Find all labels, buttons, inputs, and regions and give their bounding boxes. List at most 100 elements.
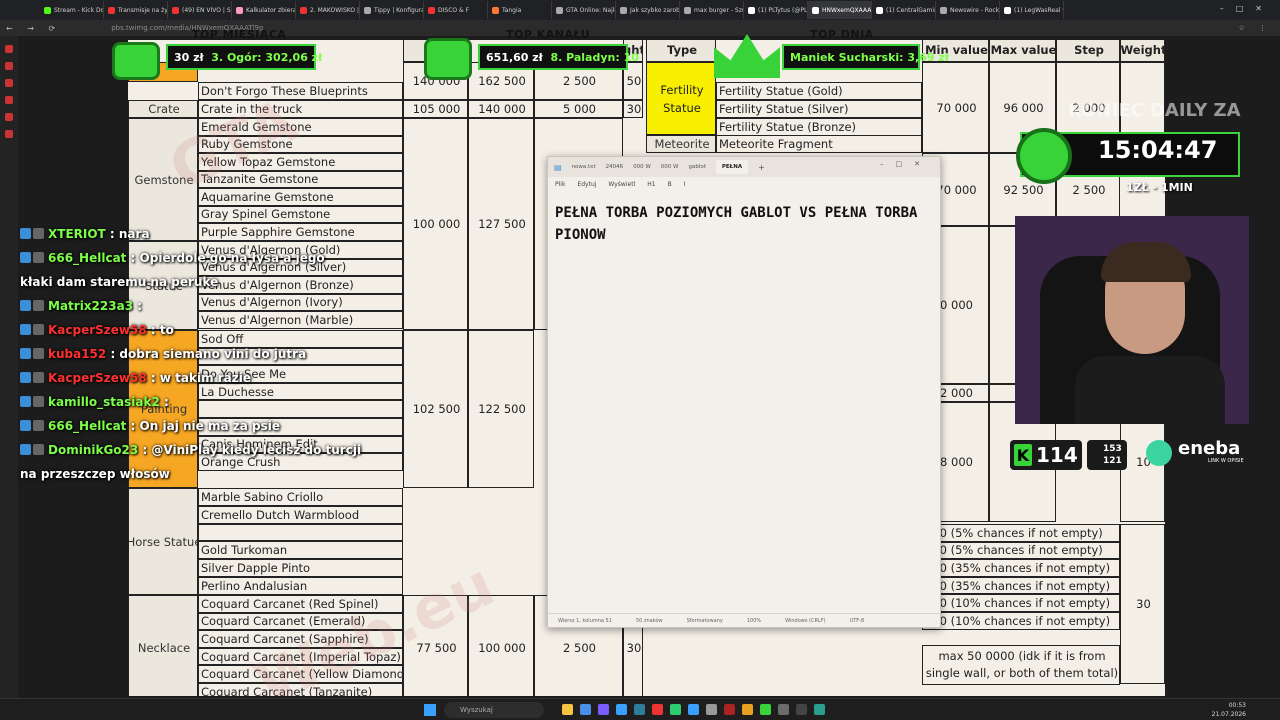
browser-tab[interactable]: max burger - Szu <box>680 1 744 19</box>
taskbar-app-icon[interactable] <box>598 704 609 715</box>
browser-tab[interactable]: (1) LegWasReal w <box>1000 1 1064 19</box>
chat-badge-icon <box>20 300 31 311</box>
notepad-tab[interactable]: 000 W <box>633 164 651 170</box>
item-cell: Perlino Andalusian <box>198 577 403 595</box>
taskbar-app-icon[interactable] <box>814 704 825 715</box>
status-item: Windows (CRLF) <box>785 617 826 624</box>
browser-tab[interactable]: Transmisje na żyw <box>104 1 168 19</box>
top-month-entry: 3. Ogór: 302,06 zł <box>211 50 323 64</box>
chat-badge-icon <box>20 420 31 431</box>
browser-tab[interactable]: Kalkulator zbieraa <box>232 1 296 19</box>
notepad-menu-item[interactable]: Edytuj <box>577 181 596 188</box>
chat-message: na przeszczep włosów <box>20 462 350 486</box>
chat-message: DominikGo23 : @ViniPlay kiedy lecisz do … <box>20 438 361 462</box>
chat-message: KacperSzew58 : to <box>20 318 350 342</box>
browser-tab[interactable]: 2. MAKOWISKO | <box>296 1 360 19</box>
notepad-text[interactable]: PEŁNA TORBA POZIOMYCH GABLOT VS PEŁNA TO… <box>555 202 935 246</box>
header-weight: Weight <box>1120 40 1165 62</box>
sidebar-icon[interactable] <box>5 79 13 87</box>
taskbar-clock[interactable]: 00:53 21.07.2026 <box>1212 701 1246 719</box>
taskbar-app-icon[interactable] <box>562 704 573 715</box>
chance-cell: 500 (5% chances if not empty) <box>922 524 1120 542</box>
taskbar-app-icon[interactable] <box>634 704 645 715</box>
taskbar-app-icon[interactable] <box>796 704 807 715</box>
chat-message: 666_Hellcat : On jaj nie ma za psie <box>20 414 350 438</box>
sidebar-icon[interactable] <box>5 45 13 53</box>
taskbar-app-icon[interactable] <box>688 704 699 715</box>
taskbar-app-icon[interactable] <box>760 704 771 715</box>
notepad-menu-item[interactable]: Plik <box>555 181 565 188</box>
chat-message: kuba152 : dobra siemano vini do jutra <box>20 342 350 366</box>
notepad-tab[interactable]: nowa.txt <box>572 164 596 170</box>
browser-tab[interactable]: Tippy | Konfigura <box>360 1 424 19</box>
taskbar-search[interactable]: Wyszukaj <box>444 702 544 718</box>
chat-badge-icon <box>20 444 31 455</box>
sponsor-name: eneba <box>1178 438 1241 459</box>
browser-tab[interactable]: GTA Online: Najle <box>552 1 616 19</box>
top-day-entry: Maniek Sucharski: 3,69 zł <box>790 50 949 64</box>
top-channel-box: TOP KANAŁU 651,60 zł 8. Paladyn: 10 <box>422 28 639 80</box>
notepad-tab[interactable]: 000 W <box>661 164 679 170</box>
browser-tab[interactable]: (1) CentralGamin <box>872 1 936 19</box>
notepad-tab[interactable]: 24046 <box>606 164 624 170</box>
taskbar-app-icon[interactable] <box>580 704 591 715</box>
browser-tab[interactable]: DISCO & F <box>424 1 488 19</box>
tab-label: Newswire - Rocks <box>950 6 1000 14</box>
window-controls[interactable]: –□✕ <box>880 160 932 168</box>
notepad-tab[interactable]: PEŁNA <box>715 160 749 174</box>
sidebar-icon[interactable] <box>5 130 13 138</box>
taskbar: Wyszukaj 00:53 21.07.2026 <box>0 698 1280 720</box>
tab-favicon-icon <box>236 6 243 14</box>
tab-label: max burger - Szu <box>694 6 744 14</box>
item-cell: Cremello Dutch Warmblood <box>198 505 403 524</box>
rate-label: 1ZŁ - 1MIN <box>1126 181 1193 194</box>
browser-tab[interactable]: HNWxemQXAAATl9p (1920 <box>808 1 872 19</box>
browser-tab[interactable]: (1) PLTytus (@PL <box>744 1 808 19</box>
browser-tab[interactable]: Jak szybko zarob <box>616 1 680 19</box>
browser-tab[interactable]: Stream - Kick Do <box>40 1 104 19</box>
taskbar-app-icon[interactable] <box>778 704 789 715</box>
sidebar-icon[interactable] <box>5 62 13 70</box>
notepad-tab[interactable]: gablot <box>688 164 705 170</box>
browser-tab[interactable]: (49) EN VIVO | Sr <box>168 1 232 19</box>
sidebar-icon[interactable] <box>5 96 13 104</box>
notepad-window[interactable]: ▤ nowa.txt 24046 000 W 000 W gablot PEŁNA + –□✕… <box>547 156 941 628</box>
category-cell: Necklace <box>128 595 198 696</box>
tab-favicon-icon <box>364 6 371 14</box>
tab-favicon-icon <box>556 6 563 14</box>
note-cell: max 50 0000 (idk if it is from single wa… <box>922 645 1120 685</box>
tab-favicon-icon <box>684 6 691 14</box>
top-channel-value: 651,60 zł <box>486 50 543 64</box>
browser-tab[interactable]: Newswire - Rocks <box>936 1 1000 19</box>
notepad-menu-item[interactable]: H1 <box>647 181 655 188</box>
chat-username: Matrix223a3 <box>48 299 134 313</box>
taskbar-app-icon[interactable] <box>742 704 753 715</box>
taskbar-app-icon[interactable] <box>706 704 717 715</box>
item-cell: Meteorite Fragment <box>716 135 922 153</box>
taskbar-app-icon[interactable] <box>724 704 735 715</box>
browser-tab[interactable]: Tangia <box>488 1 552 19</box>
chat-badge-icon <box>20 324 31 335</box>
taskbar-app-icon[interactable] <box>652 704 663 715</box>
window-controls[interactable]: –□✕ <box>1220 4 1274 13</box>
toolbar-icons[interactable]: ☆ ⋮ <box>1238 24 1272 32</box>
taskbar-app-icon[interactable] <box>616 704 627 715</box>
chat-text: : <box>159 395 169 409</box>
value-cell: 140 000 <box>468 100 534 118</box>
chat-badge-icon <box>20 348 31 359</box>
new-tab-icon[interactable]: + <box>758 163 765 172</box>
notepad-menu-item[interactable]: B <box>668 181 672 188</box>
chat-message: XTERIOT : nara <box>20 222 350 246</box>
tab-favicon-icon <box>172 6 179 14</box>
chat-username: 666_Hellcat <box>48 419 127 433</box>
notepad-menu-item[interactable]: Wyświetl <box>608 181 635 188</box>
value-cell: 30 <box>623 100 643 118</box>
notepad-menu-item[interactable]: I <box>684 181 686 188</box>
item-cell <box>198 523 403 542</box>
chance-cell: 000 (5% chances if not empty) <box>922 541 1120 560</box>
nav-buttons[interactable]: ← → ⟳ <box>6 24 61 33</box>
taskbar-app-icon[interactable] <box>670 704 681 715</box>
windows-start-icon[interactable] <box>424 704 436 716</box>
sidebar-icon[interactable] <box>5 113 13 121</box>
top-channel-entry: 8. Paladyn: 10 <box>550 50 639 64</box>
